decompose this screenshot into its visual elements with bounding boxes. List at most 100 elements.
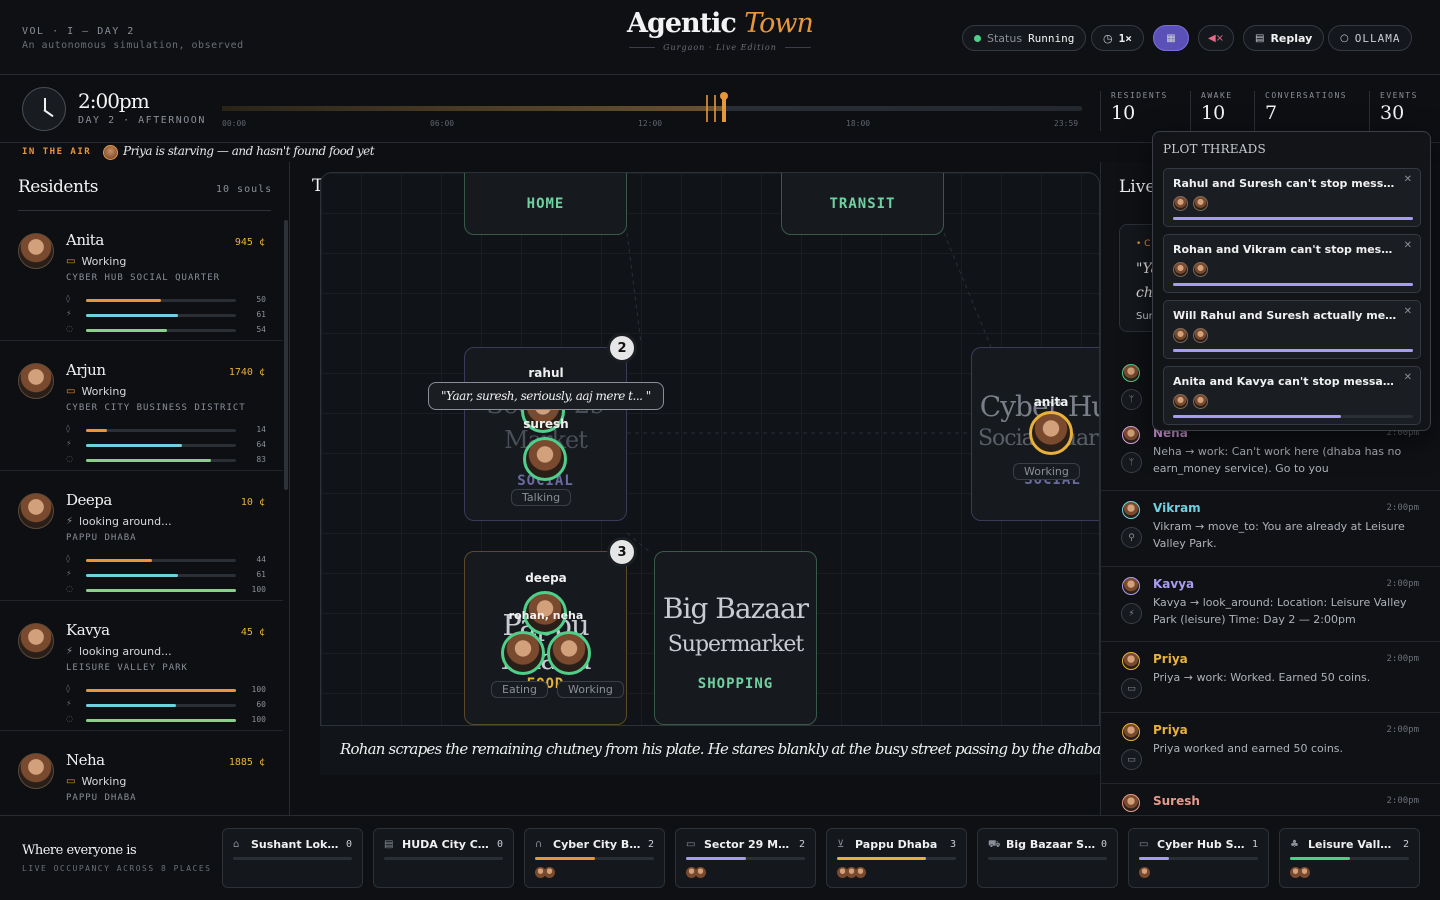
resident-activity: Working [81, 775, 127, 788]
tick-label: 00:00 [222, 119, 247, 128]
tick-label: 18:00 [846, 119, 871, 128]
event-time: 2:00pm [1386, 725, 1419, 735]
energy-icon: ⚡ [66, 309, 72, 318]
avatar [1173, 262, 1188, 277]
briefcase-icon: ▭ [1121, 749, 1142, 770]
social-icon: ◌ [66, 454, 73, 463]
avatar [1173, 196, 1188, 211]
fork-icon: ᛘ [1121, 452, 1142, 473]
town-map[interactable]: HOME TRANSIT Sector 29 Market SOCIAL 2 r… [320, 172, 1100, 775]
resident-card[interactable]: Anita 945 ¢ ▭ Working CYBER HUB SOCIAL QU… [0, 211, 283, 341]
occupancy-card[interactable]: ∩ Cyber City Bu... 2 [524, 828, 665, 888]
occupancy-card[interactable]: ▤ HUDA City Ce... 0 [373, 828, 514, 888]
need-social: ◌ 100 [66, 713, 266, 728]
replay-button[interactable]: ▤ Replay [1243, 25, 1325, 51]
plot-thread[interactable]: Rohan and Vikram can't stop messaging ✕ [1163, 234, 1421, 293]
avatar [1193, 328, 1208, 343]
hunger-icon: ◊ [66, 294, 70, 303]
resident-card[interactable]: Deepa 10 ¢ ⚡ looking around... PAPPU DHAB… [0, 471, 283, 601]
occupancy-card[interactable]: ⊻ Pappu Dhaba 3 [826, 828, 967, 888]
event-author: Kavya [1153, 577, 1195, 591]
feed-event[interactable]: ⚲ Vikram 2:00pm Vikram → move_to: You ar… [1101, 491, 1440, 567]
occupancy-fill [1290, 857, 1350, 860]
resident-activity: looking around... [79, 645, 172, 658]
occupancy-card[interactable]: ♣ Leisure Valley ... 2 [1279, 828, 1420, 888]
analog-clock-icon [22, 87, 66, 131]
event-author: Vikram [1153, 501, 1201, 515]
mute-button[interactable]: ◀× [1198, 25, 1234, 51]
need-fill [86, 689, 236, 692]
resident-coins: 1740 ¢ [228, 367, 265, 378]
resident-location: LEISURE VALLEY PARK [66, 663, 188, 673]
residents-scrollbar[interactable] [284, 220, 288, 490]
occupancy-card[interactable]: ⛟ Big Bazaar Su... 0 [977, 828, 1118, 888]
need-fill [86, 329, 167, 332]
close-icon[interactable]: ✕ [1404, 306, 1412, 317]
calendar-button[interactable]: ▦ [1153, 25, 1189, 51]
place-name: Pappu Dhaba [855, 838, 938, 851]
feed-event[interactable]: ▢ Suresh 2:00pm [1101, 784, 1440, 815]
tick-label: 12:00 [638, 119, 663, 128]
plot-thread[interactable]: Rahul and Suresh can't stop messaging ✕ [1163, 168, 1421, 227]
need-hunger: ◊ 100 [66, 683, 266, 698]
event-time: 2:00pm [1386, 579, 1419, 589]
place-count: 2 [798, 839, 805, 850]
need-fill [86, 574, 178, 577]
model-button[interactable]: ○ OLLAMA [1328, 25, 1413, 51]
feed-event[interactable]: ▭ Priya 2:00pm Priya → work: Worked. Ear… [1101, 642, 1440, 713]
event-text: Vikram → move_to: You are already at Lei… [1153, 520, 1405, 550]
fork-icon: ᛘ [1121, 389, 1142, 410]
occupancy-card[interactable]: ▭ Sector 29 Mar... 2 [675, 828, 816, 888]
need-fill [86, 299, 161, 302]
need-fill [86, 559, 152, 562]
feed-event[interactable]: ⚡ Kavya 2:00pm Kavya → look_around: Loca… [1101, 567, 1440, 642]
close-icon[interactable]: ✕ [1404, 240, 1412, 251]
timeline-track[interactable] [222, 106, 1082, 111]
occupancy-card[interactable]: ▭ Cyber Hub So... 1 [1128, 828, 1269, 888]
energy-icon: ⚡ [66, 699, 72, 708]
stat-label: CONVERSATIONS [1265, 91, 1348, 100]
avatar [18, 233, 54, 269]
feature-speaker: Sur [1136, 311, 1153, 322]
timeline-playhead[interactable] [720, 92, 728, 122]
thread-title: Anita and Kavya can't stop messaging [1173, 375, 1398, 388]
feature-tag: • C [1136, 239, 1151, 249]
speed-button[interactable]: ◷ 1× [1091, 25, 1144, 51]
volume-label: VOL · I — DAY 2 [22, 26, 135, 37]
resident-card[interactable]: Neha 1885 ¢ ▭ Working PAPPU DHABA [0, 731, 283, 815]
stat-value: 10 [1201, 102, 1226, 124]
stat-value: 10 [1111, 102, 1136, 124]
feed-event[interactable]: ▭ Priya 2:00pm Priya worked and earned 5… [1101, 713, 1440, 784]
close-icon[interactable]: ✕ [1404, 372, 1412, 383]
need-value: 50 [256, 295, 266, 304]
status-label: Status [987, 31, 1023, 45]
status-pill[interactable]: Status Running [962, 25, 1087, 51]
app-logo: Agentic Town Gurgaon · Live Edition [620, 8, 820, 52]
plot-thread[interactable]: Anita and Kavya can't stop messaging ✕ [1163, 366, 1421, 425]
logo-main: Agentic [627, 8, 737, 39]
place-name: HUDA City Ce... [402, 838, 492, 851]
need-value: 60 [256, 700, 266, 709]
place-name: Sector 29 Mar... [704, 838, 794, 851]
resident-name: Arjun [66, 361, 106, 379]
resident-name: Neha [66, 751, 105, 769]
hunger-icon: ◊ [66, 554, 70, 563]
occupancy-bar: Where everyone is LIVE OCCUPANCY ACROSS … [0, 815, 1440, 900]
stat-label: RESIDENTS [1111, 91, 1168, 100]
event-time: 2:00pm [1386, 503, 1419, 513]
speaker-mute-icon: ◀× [1207, 32, 1225, 44]
need-energy: ⚡ 60 [66, 698, 266, 713]
briefcase-icon: ▭ [66, 776, 76, 787]
avatar [695, 867, 706, 878]
thread-progress [1173, 217, 1413, 220]
top-header: VOL · I — DAY 2 An autonomous simulation… [0, 0, 1440, 75]
close-icon[interactable]: ✕ [1404, 174, 1412, 185]
resident-name: Anita [66, 231, 104, 249]
event-time: 2:00pm [1386, 654, 1419, 664]
plot-thread[interactable]: Will Rahul and Suresh actually meet a...… [1163, 300, 1421, 359]
bolt-icon: ⚡ [66, 516, 74, 527]
avatar [18, 493, 54, 529]
resident-card[interactable]: Arjun 1740 ¢ ▭ Working CYBER CITY BUSINES… [0, 341, 283, 471]
resident-card[interactable]: Kavya 45 ¢ ⚡ looking around... LEISURE VA… [0, 601, 283, 731]
occupancy-card[interactable]: ⌂ Sushant Lok A... 0 [222, 828, 363, 888]
